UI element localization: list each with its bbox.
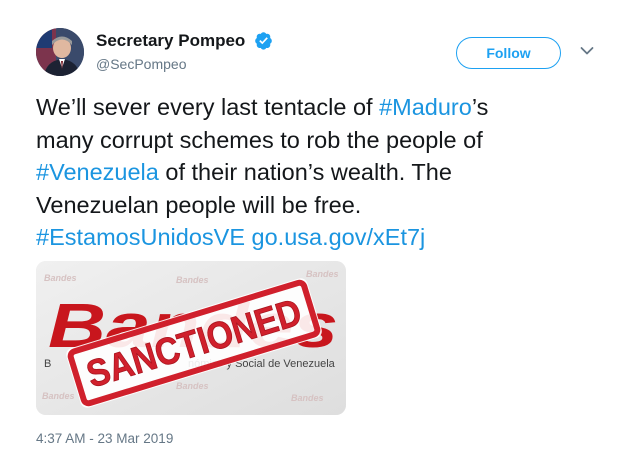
tweet-text: We’ll sever every last tentacle of #Madu… (36, 91, 596, 254)
tweet-line-4: Venezuelan people will be free. (36, 191, 362, 218)
tweet-line-5: #EstamosUnidosVE go.usa.gov/xEt7j (36, 221, 596, 254)
tweet-line-3: #Venezuela of their nation’s wealth. The (36, 156, 596, 189)
tweet-card: Secretary Pompeo @SecPompeo Follow We’ll… (0, 0, 630, 457)
tweet-line-2: many corrupt schemes to rob the people o… (36, 126, 483, 153)
media-image[interactable]: Bandes Bandes Bandes Bandes Bandes Bande… (36, 261, 346, 415)
chevron-down-icon[interactable] (580, 46, 594, 56)
watermark-logo: Bandes (306, 269, 339, 279)
follow-button[interactable]: Follow (456, 37, 561, 69)
hashtag-venezuela[interactable]: #Venezuela (36, 159, 159, 185)
avatar[interactable] (36, 28, 84, 76)
tweet-text-segment: We’ll sever every last tentacle of (36, 94, 380, 120)
author-handle[interactable]: @SecPompeo (96, 56, 186, 72)
tweet-text-segment: ’s (471, 94, 489, 120)
tweet-line-1: We’ll sever every last tentacle of #Madu… (36, 91, 596, 124)
hashtag-estamosunidosve[interactable]: #EstamosUnidosVE (36, 224, 245, 250)
author-name[interactable]: Secretary Pompeo (96, 31, 245, 51)
watermark-logo: Bandes (291, 393, 324, 403)
watermark-logo: Bandes (42, 391, 75, 401)
timestamp[interactable]: 4:37 AM - 23 Mar 2019 (36, 431, 173, 446)
verified-badge-icon (255, 32, 272, 50)
tweet-link[interactable]: go.usa.gov/xEt7j (252, 224, 426, 250)
watermark-logo: Bandes (44, 273, 77, 283)
hashtag-maduro[interactable]: #Maduro (379, 94, 472, 120)
watermark-logo: Bandes (176, 275, 209, 285)
watermark-logo: Bandes (176, 381, 209, 391)
bank-subtitle-start: B (44, 358, 51, 370)
tweet-text-segment: of their nation’s wealth. The (158, 159, 452, 185)
